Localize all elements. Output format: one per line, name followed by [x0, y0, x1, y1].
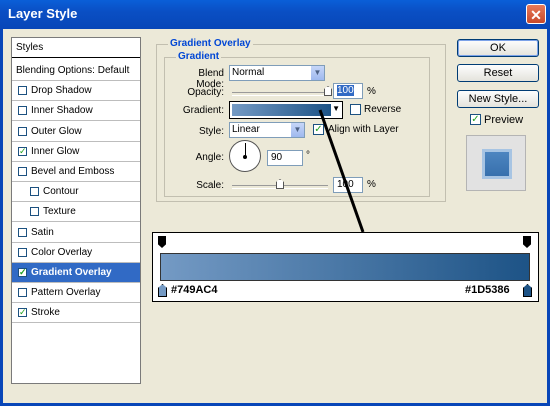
opacity-value: 100 [337, 85, 354, 96]
blend-mode-select[interactable]: Normal ▼ [229, 65, 325, 81]
style-row[interactable]: Contour [12, 182, 140, 203]
close-button[interactable]: ✕ [526, 4, 546, 24]
reverse-label: Reverse [364, 104, 402, 115]
style-row-label: Texture [43, 206, 76, 218]
style-row-label: Stroke [31, 307, 60, 319]
scale-value: 100 [337, 179, 354, 190]
style-row-label: Outer Glow [31, 125, 82, 137]
style-checkbox[interactable] [18, 167, 27, 176]
scale-label: Scale: [196, 180, 224, 191]
left-color-hex: #749AC4 [171, 284, 218, 296]
gradient-bar [160, 253, 530, 281]
right-color-hex: #1D5386 [465, 284, 510, 296]
style-checkbox[interactable] [18, 247, 27, 257]
style-row-label: Contour [43, 186, 79, 198]
style-row[interactable]: Styles [12, 38, 140, 58]
style-row-label: Satin [31, 226, 54, 238]
gradient-swatch [232, 104, 331, 116]
reverse-checkbox[interactable] [350, 104, 361, 115]
style-row[interactable]: Pattern Overlay [12, 283, 140, 304]
style-row[interactable]: ✓ Inner Glow [12, 142, 140, 162]
preview-swatch [482, 149, 512, 179]
style-row[interactable]: Bevel and Emboss [12, 162, 140, 182]
style-checkbox[interactable]: ✓ [18, 268, 27, 277]
reset-button[interactable]: Reset [457, 64, 539, 82]
preview-thumbnail [466, 135, 526, 191]
angle-input[interactable]: 90 [267, 150, 303, 166]
section-title: Gradient Overlay [168, 38, 253, 49]
style-checkbox[interactable]: ✓ [18, 308, 27, 318]
style-row[interactable]: ✓ Gradient Overlay [12, 263, 140, 283]
style-row[interactable]: Satin [12, 223, 140, 243]
align-with-layer-label: Align with Layer [328, 124, 399, 135]
gradient-picker[interactable]: ▼ [229, 101, 343, 119]
style-checkbox[interactable] [30, 207, 39, 217]
preview-checkbox[interactable]: ✓ [470, 114, 481, 125]
style-row-label: Styles [16, 42, 44, 53]
style-row[interactable]: Inner Shadow [12, 101, 140, 122]
angle-center [243, 155, 247, 159]
angle-dial[interactable] [229, 140, 261, 172]
chevron-down-icon: ▼ [332, 104, 340, 113]
style-row[interactable]: Texture [12, 202, 140, 223]
blend-mode-value: Normal [232, 67, 265, 78]
angle-label: Angle: [195, 152, 224, 163]
style-row[interactable]: Drop Shadow [12, 81, 140, 102]
opacity-input[interactable]: 100 [333, 83, 363, 99]
align-with-layer-checkbox[interactable]: ✓ [313, 124, 324, 135]
styles-list: Styles Blending Options: Default Drop Shad… [11, 37, 141, 384]
scale-unit: % [367, 179, 376, 190]
style-row[interactable]: ✓ Stroke [12, 303, 140, 324]
close-icon: ✕ [530, 7, 542, 23]
style-row-label: Gradient Overlay [31, 267, 112, 278]
style-checkbox[interactable] [30, 187, 39, 197]
ok-button[interactable]: OK [457, 39, 539, 57]
style-row-label: Pattern Overlay [31, 287, 101, 299]
style-row-label: Color Overlay [31, 246, 93, 258]
style-row-label: Bevel and Emboss [31, 166, 115, 177]
opacity-stop-left[interactable] [158, 236, 166, 248]
new-style-button[interactable]: New Style... [457, 90, 539, 108]
style-checkbox[interactable]: ✓ [18, 146, 27, 156]
style-row-label: Drop Shadow [31, 85, 92, 97]
angle-value: 90 [271, 152, 283, 163]
style-row-label: Inner Shadow [31, 105, 93, 117]
gradient-editor: #749AC4 #1D5386 [152, 232, 539, 302]
style-checkbox[interactable] [18, 106, 27, 116]
gradient-label: Gradient: [182, 105, 224, 116]
color-stop-left[interactable] [158, 284, 167, 297]
style-row-label: Blending Options: Default [16, 65, 130, 76]
angle-unit: ° [306, 150, 310, 161]
style-row[interactable]: Color Overlay [12, 243, 140, 263]
color-stop-right[interactable] [523, 284, 532, 297]
style-row[interactable]: Blending Options: Default [12, 61, 140, 81]
style-checkbox[interactable] [18, 227, 27, 237]
style-select[interactable]: Linear ▼ [229, 122, 305, 138]
style-label: Style: [198, 126, 224, 137]
preview-label: Preview [484, 114, 524, 126]
opacity-slider[interactable] [232, 92, 328, 96]
opacity-unit: % [367, 86, 376, 97]
style-checkbox[interactable] [18, 288, 27, 298]
gradient-group-title: Gradient [176, 51, 222, 62]
style-value: Linear [232, 124, 260, 135]
opacity-label: Opacity: [187, 87, 224, 98]
style-row-label: Inner Glow [31, 145, 80, 157]
chevron-down-icon: ▼ [310, 66, 324, 80]
title-bar: Layer Style ✕ [0, 0, 550, 29]
chevron-down-icon: ▼ [290, 123, 304, 137]
scale-input[interactable]: 100 [333, 177, 363, 193]
style-row[interactable]: Outer Glow [12, 122, 140, 142]
opacity-stop-right[interactable] [523, 236, 531, 248]
style-checkbox[interactable] [18, 126, 27, 136]
style-checkbox[interactable] [18, 86, 27, 96]
window-title: Layer Style [8, 6, 78, 21]
